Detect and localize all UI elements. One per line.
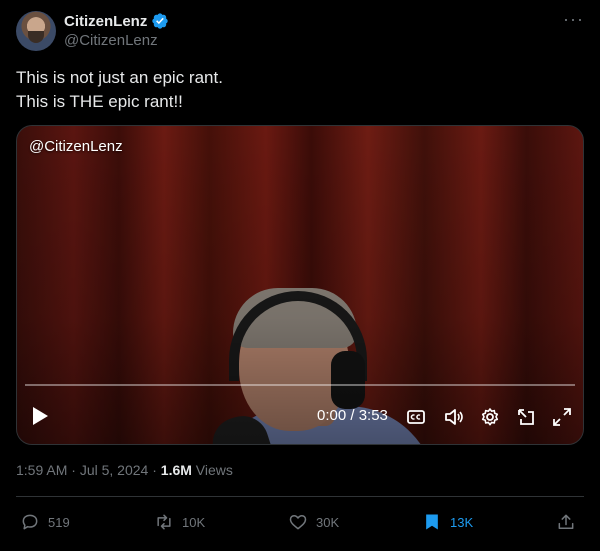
video-progress-bar[interactable] (25, 384, 575, 386)
more-icon[interactable]: ··· (563, 10, 584, 28)
volume-icon[interactable] (443, 406, 465, 428)
reply-icon (22, 514, 38, 530)
like-button[interactable]: 30K (288, 505, 339, 539)
avatar[interactable] (16, 11, 56, 51)
repost-count: 10K (182, 514, 206, 530)
video-controls: 0:00 / 3:53 (17, 374, 583, 444)
repost-icon (157, 514, 171, 530)
like-count: 30K (316, 514, 340, 530)
tweet-time[interactable]: 1:59 AM (16, 462, 67, 478)
picture-in-picture-icon[interactable] (515, 406, 537, 428)
heart-icon (289, 515, 307, 530)
tweet-text: This is not just an epic rant. This is T… (16, 66, 584, 114)
divider (16, 496, 584, 497)
play-icon[interactable] (31, 406, 49, 426)
display-name[interactable]: CitizenLenz (64, 13, 147, 30)
action-bar: 519 10K 30K 13K (16, 505, 584, 539)
tweet-meta: 1:59 AM · Jul 5, 2024 · 1.6M Views (16, 462, 233, 478)
video-player[interactable]: @CitizenLenz 0:00 / 3:53 (16, 125, 584, 445)
video-timecode: 0:00 / 3:53 (317, 407, 388, 424)
name-row: CitizenLenz (64, 12, 169, 30)
repost-button[interactable]: 10K (154, 505, 205, 539)
tweet-text-line: This is not just an epic rant. (16, 68, 223, 87)
verified-badge-icon (152, 13, 169, 29)
bookmark-button[interactable]: 13K (422, 505, 473, 539)
meta-separator: · (71, 462, 76, 478)
tweet-date[interactable]: Jul 5, 2024 (80, 462, 149, 478)
meta-separator: · (152, 462, 157, 478)
avatar-beard (28, 31, 44, 43)
handle[interactable]: @CitizenLenz (64, 32, 158, 49)
reply-button[interactable]: 519 (20, 505, 70, 539)
captions-icon[interactable] (405, 406, 427, 428)
share-icon (558, 514, 574, 529)
views-count[interactable]: 1.6M (161, 462, 192, 478)
video-watermark: @CitizenLenz (29, 138, 123, 155)
views-label: Views (195, 462, 233, 478)
reply-count: 519 (48, 514, 70, 530)
tweet-header: CitizenLenz @CitizenLenz ··· (16, 10, 584, 54)
settings-icon[interactable] (479, 406, 501, 428)
bookmark-count: 13K (450, 514, 474, 530)
share-button[interactable] (556, 505, 576, 539)
fullscreen-icon[interactable] (551, 406, 573, 428)
bookmark-icon (426, 514, 438, 530)
tweet-text-line: This is THE epic rant!! (16, 92, 183, 111)
